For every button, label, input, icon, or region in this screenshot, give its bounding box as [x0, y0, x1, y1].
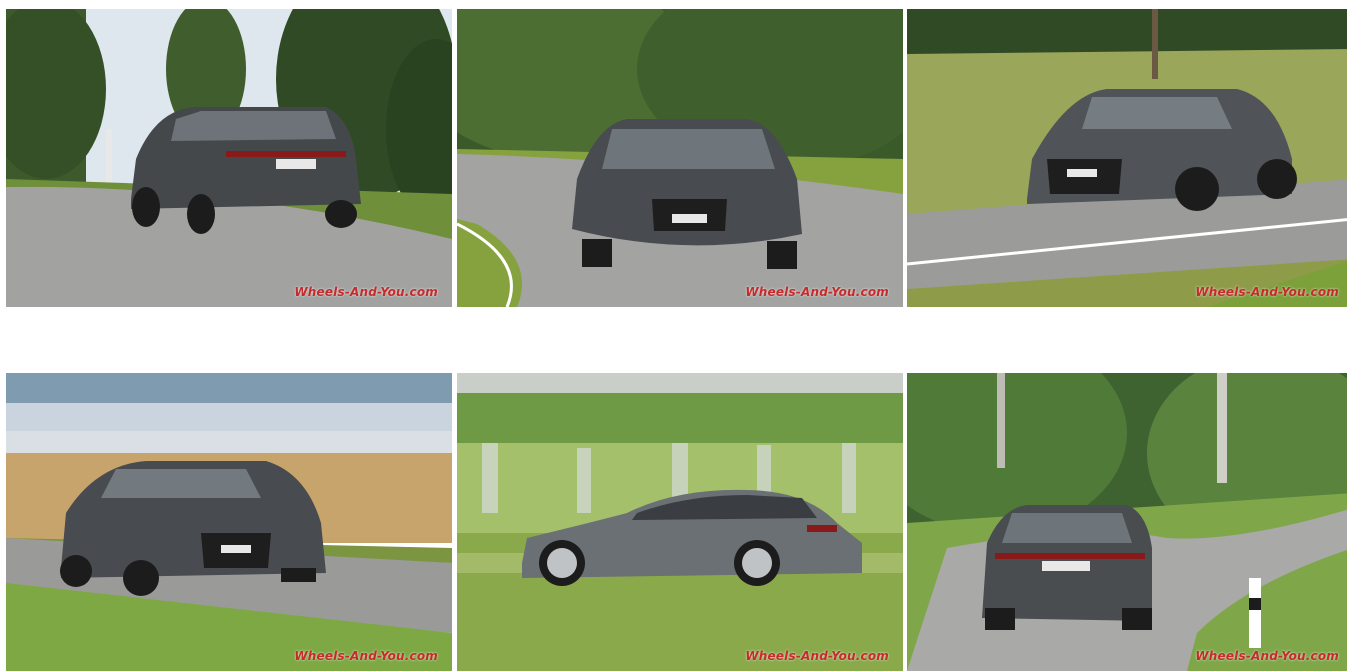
watermark-text: Wheels-And-You.com	[1195, 285, 1339, 299]
photo-tile[interactable]: Wheels-And-You.com	[907, 9, 1347, 307]
car-photo	[457, 373, 903, 671]
car-photo	[6, 373, 452, 671]
photo-tile[interactable]: Wheels-And-You.com	[457, 9, 903, 307]
photo-tile[interactable]: Wheels-And-You.com	[6, 9, 452, 307]
watermark-text: Wheels-And-You.com	[745, 285, 889, 299]
watermark-text: Wheels-And-You.com	[294, 285, 438, 299]
car-photo	[907, 373, 1347, 671]
car-photo	[457, 9, 903, 307]
photo-tile[interactable]: Wheels-And-You.com	[907, 373, 1347, 671]
watermark-text: Wheels-And-You.com	[294, 649, 438, 663]
car-photo	[907, 9, 1347, 307]
photo-tile[interactable]: Wheels-And-You.com	[6, 373, 452, 671]
photo-tile[interactable]: Wheels-And-You.com	[457, 373, 903, 671]
watermark-text: Wheels-And-You.com	[745, 649, 889, 663]
watermark-text: Wheels-And-You.com	[1195, 649, 1339, 663]
car-photo	[6, 9, 452, 307]
